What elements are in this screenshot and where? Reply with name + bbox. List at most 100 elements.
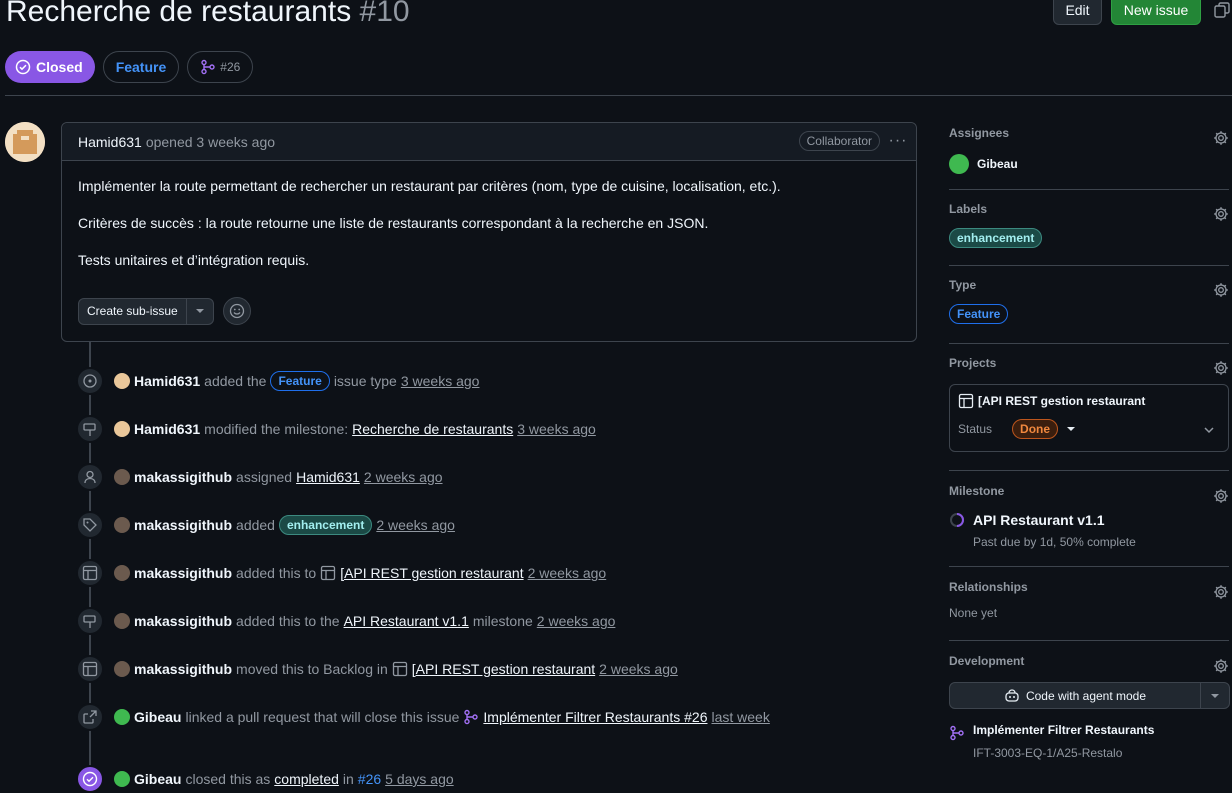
code-with-agent-button[interactable]: Code with agent mode <box>949 682 1230 709</box>
milestone-link[interactable]: Recherche de restaurants <box>352 421 513 437</box>
milestone-item[interactable]: API Restaurant v1.1 <box>949 512 1229 528</box>
actor-link[interactable]: makassigithub <box>134 661 232 677</box>
section-heading: Projects <box>949 356 997 370</box>
timestamp-link[interactable]: 3 weeks ago <box>401 373 480 389</box>
avatar[interactable] <box>114 613 130 629</box>
actor-link[interactable]: Hamid631 <box>134 421 200 437</box>
comment-opened-text[interactable]: opened 3 weeks ago <box>146 134 275 150</box>
triangle-down-icon[interactable] <box>1201 683 1229 708</box>
more-options-icon[interactable]: ··· <box>889 131 907 151</box>
gear-icon[interactable] <box>1213 206 1229 222</box>
timeline-event: makassigithub added enhancement 2 weeks … <box>76 511 459 539</box>
timestamp-link[interactable]: 5 days ago <box>385 771 454 787</box>
issue-type-badge[interactable]: Feature <box>102 51 180 83</box>
actor-link[interactable]: Gibeau <box>134 771 181 787</box>
issue-title-row: Recherche de restaurants #10 <box>6 0 410 32</box>
actor-link[interactable]: makassigithub <box>134 469 232 485</box>
avatar[interactable] <box>114 517 130 533</box>
timestamp-link[interactable]: 2 weeks ago <box>528 565 607 581</box>
avatar[interactable] <box>114 661 130 677</box>
project-link[interactable]: [API REST gestion restaurant <box>412 661 595 677</box>
divider <box>949 265 1229 266</box>
create-sub-issue-button[interactable]: Create sub-issue <box>78 297 214 325</box>
avatar[interactable] <box>114 469 130 485</box>
avatar[interactable] <box>114 421 130 437</box>
milestone-section: Milestone API Restaurant v1.1 Past due b… <box>949 484 1229 549</box>
chevron-down-icon[interactable] <box>1202 423 1216 437</box>
type-label[interactable]: Feature <box>270 371 330 391</box>
timestamp-link[interactable]: 2 weeks ago <box>599 661 678 677</box>
timeline-event: Hamid631 modified the milestone: Recherc… <box>76 415 600 443</box>
smiley-icon[interactable] <box>222 297 251 325</box>
gear-icon[interactable] <box>1213 282 1229 298</box>
dot-icon <box>76 367 104 395</box>
avatar[interactable] <box>114 373 130 389</box>
timeline-event: makassigithub assigned Hamid631 2 weeks … <box>76 463 447 491</box>
avatar[interactable] <box>114 709 130 725</box>
edit-button[interactable]: Edit <box>1053 0 1102 25</box>
gear-icon[interactable] <box>1213 584 1229 600</box>
pull-request-icon <box>950 725 964 741</box>
linked-pr-badge[interactable]: #26 <box>187 51 254 83</box>
actor-link[interactable]: makassigithub <box>134 517 232 533</box>
timestamp-link[interactable]: 2 weeks ago <box>376 517 455 533</box>
pr-repo: IFT-3003-EQ-1/A25-Restalo <box>973 746 1123 760</box>
comment-body: Implémenter la route permettant de reche… <box>62 161 916 270</box>
check-circle-icon <box>76 765 104 793</box>
timestamp-link[interactable]: 2 weeks ago <box>364 469 443 485</box>
timestamp-link[interactable]: 3 weeks ago <box>517 421 596 437</box>
type-section: Type Feature <box>949 278 1229 324</box>
progress-ring-icon <box>950 513 964 527</box>
timeline-event: makassigithub added this to the API Rest… <box>76 607 619 635</box>
milestone-link[interactable]: API Restaurant v1.1 <box>344 613 469 629</box>
type-badge[interactable]: Feature <box>949 304 1009 324</box>
label-badge[interactable]: enhancement <box>278 515 373 535</box>
triangle-down-icon[interactable] <box>187 308 213 314</box>
timeline-event: Gibeau linked a pull request that will c… <box>76 703 774 731</box>
project-title[interactable]: [API REST gestion restaurant <box>958 393 1220 409</box>
comment-actions: Create sub-issue <box>78 297 251 325</box>
pr-ref-link[interactable]: #26 <box>358 771 381 787</box>
actor-link[interactable]: Gibeau <box>134 709 181 725</box>
author-avatar[interactable] <box>5 122 45 162</box>
gear-icon[interactable] <box>1213 488 1229 504</box>
section-heading: Type <box>949 278 977 292</box>
timestamp-link[interactable]: last week <box>711 709 769 725</box>
status-select[interactable]: Done <box>1012 419 1076 439</box>
pull-request-icon <box>201 59 215 75</box>
avatar[interactable] <box>114 565 130 581</box>
closed-state-badge: Closed <box>5 51 95 83</box>
gear-icon[interactable] <box>1213 658 1229 674</box>
divider <box>949 343 1229 344</box>
gear-icon[interactable] <box>1213 130 1229 146</box>
linked-pull-request[interactable]: Implémenter Filtrer Restaurants IFT-3003… <box>949 723 1229 760</box>
label-badge[interactable]: enhancement <box>949 228 1043 248</box>
gear-icon[interactable] <box>1213 360 1229 376</box>
assignee-link[interactable]: Hamid631 <box>296 469 360 485</box>
issue-state-row: Closed Feature #26 <box>5 51 254 83</box>
project-card: [API REST gestion restaurant Status Done <box>949 384 1229 452</box>
pr-title[interactable]: Implémenter Filtrer Restaurants <box>973 723 1154 737</box>
avatar <box>949 154 969 174</box>
completed-link[interactable]: completed <box>274 771 339 787</box>
timeline-event: makassigithub added this to [API REST ge… <box>76 559 610 587</box>
actor-link[interactable]: makassigithub <box>134 565 232 581</box>
project-status-row: Status Done <box>958 419 1220 439</box>
new-issue-button[interactable]: New issue <box>1111 0 1201 25</box>
copy-icon[interactable] <box>1214 2 1230 18</box>
comment-paragraph: Tests unitaires et d’intégration requis. <box>78 252 310 268</box>
pull-request-link[interactable]: Implémenter Filtrer Restaurants #26 <box>483 709 707 725</box>
assignee-item[interactable]: Gibeau <box>949 154 1229 174</box>
divider <box>949 640 1229 641</box>
issue-number: #10 <box>359 0 410 28</box>
actor-link[interactable]: makassigithub <box>134 613 232 629</box>
avatar[interactable] <box>114 771 130 787</box>
divider <box>949 189 1229 190</box>
labels-section: Labels enhancement <box>949 202 1229 248</box>
actor-link[interactable]: Hamid631 <box>134 373 200 389</box>
timestamp-link[interactable]: 2 weeks ago <box>537 613 616 629</box>
timeline-event: makassigithub moved this to Backlog in [… <box>76 655 682 683</box>
comment-author-link[interactable]: Hamid631 <box>78 134 142 150</box>
projects-section: Projects [API REST gestion restaurant St… <box>949 356 1229 452</box>
project-link[interactable]: [API REST gestion restaurant <box>340 565 523 581</box>
